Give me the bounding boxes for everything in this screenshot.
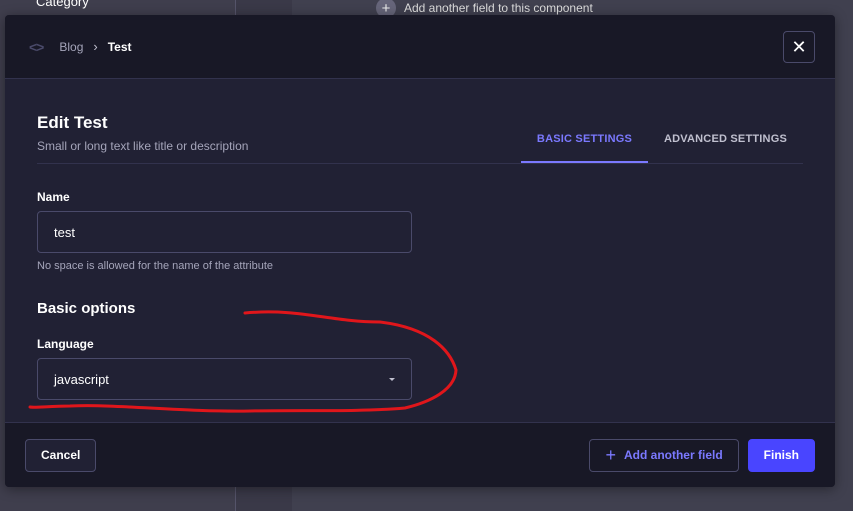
language-select-value: javascript bbox=[54, 371, 109, 387]
tab-advanced-settings[interactable]: ADVANCED SETTINGS bbox=[648, 133, 803, 163]
language-label: Language bbox=[37, 337, 94, 351]
modal-subtitle: Small or long text like title or descrip… bbox=[37, 139, 249, 153]
modal-footer: Cancel + Add another field Finish bbox=[5, 422, 835, 487]
tab-basic-settings[interactable]: BASIC SETTINGS bbox=[520, 133, 649, 163]
chevron-right-icon: › bbox=[93, 39, 98, 54]
modal-title: Edit Test bbox=[37, 113, 108, 132]
name-label: Name bbox=[37, 190, 70, 204]
name-input[interactable]: test bbox=[37, 211, 412, 253]
name-hint: No space is allowed for the name of the … bbox=[37, 260, 274, 272]
basic-options-heading: Basic options bbox=[37, 300, 136, 317]
language-select[interactable]: javascript bbox=[37, 358, 412, 400]
close-icon: ✕ bbox=[791, 36, 807, 57]
name-input-value: test bbox=[54, 224, 75, 240]
close-button[interactable]: ✕ bbox=[783, 31, 815, 63]
edit-field-modal: <> Blog › Test ✕ Edit Test Small or long… bbox=[5, 15, 835, 487]
breadcrumb-blog[interactable]: Blog bbox=[59, 40, 83, 54]
finish-button[interactable]: Finish bbox=[747, 438, 815, 472]
code-icon: <> bbox=[29, 38, 44, 55]
add-another-field-label: Add another field bbox=[623, 448, 723, 462]
settings-tabs: BASIC SETTINGS ADVANCED SETTINGS bbox=[520, 113, 803, 163]
plus-icon: + bbox=[605, 444, 616, 465]
modal-header: <> Blog › Test ✕ bbox=[5, 15, 835, 79]
background-add-field-label: Add another field to this component bbox=[404, 1, 593, 15]
breadcrumb-current: Test bbox=[107, 39, 132, 54]
caret-down-icon bbox=[389, 377, 395, 381]
background-sidebar-item: Category bbox=[36, 0, 89, 9]
cancel-button[interactable]: Cancel bbox=[25, 438, 97, 472]
add-another-field-button[interactable]: + Add another field bbox=[589, 438, 739, 472]
